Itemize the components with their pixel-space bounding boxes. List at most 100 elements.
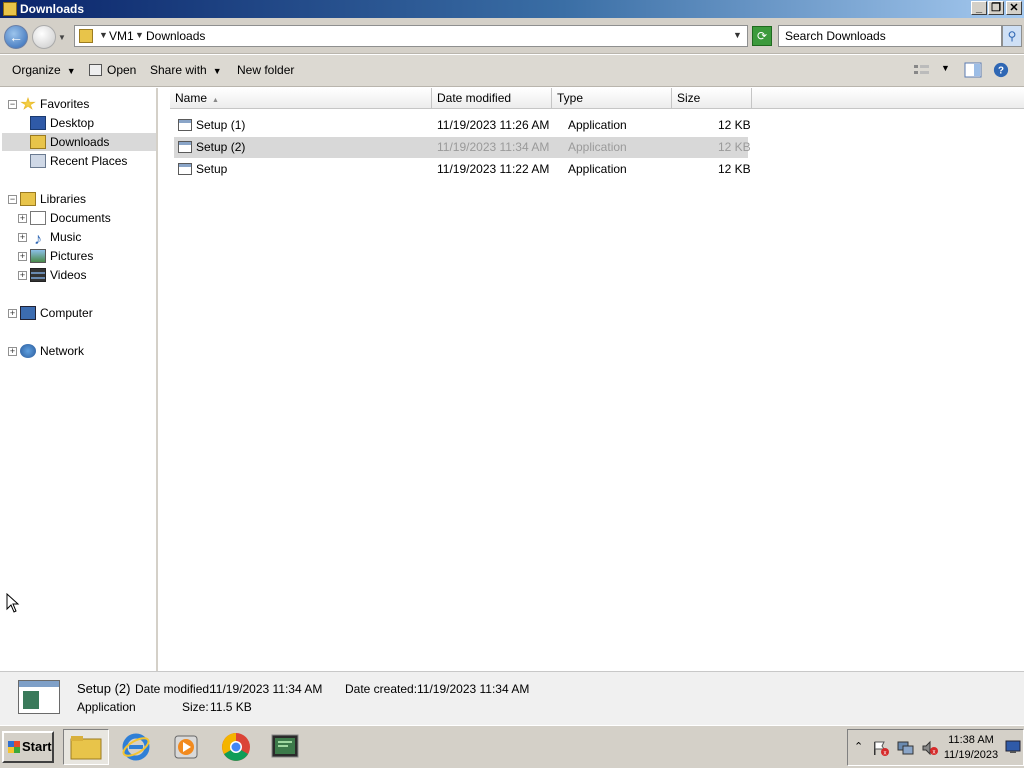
new-folder-button[interactable]: New folder bbox=[237, 63, 294, 77]
expand-pictures[interactable]: + bbox=[18, 252, 27, 261]
address-dropdown-icon[interactable]: ▼ bbox=[733, 30, 742, 40]
address-box[interactable]: ▼ VM1 ▼ Downloads ▼ bbox=[74, 25, 748, 47]
share-with-button[interactable]: Share with ▼ bbox=[150, 63, 222, 77]
nav-documents[interactable]: Documents bbox=[30, 209, 111, 227]
star-icon bbox=[20, 97, 36, 110]
expand-network[interactable]: + bbox=[8, 347, 17, 356]
expand-music[interactable]: + bbox=[18, 233, 27, 242]
details-size: 11.5 KB bbox=[210, 700, 252, 714]
music-icon: ♪ bbox=[34, 231, 42, 248]
chrome-icon bbox=[222, 733, 250, 761]
recent-places-icon bbox=[30, 154, 46, 168]
show-hidden-icons-button[interactable]: ⌃ bbox=[854, 740, 863, 753]
column-header-name[interactable]: Name ▲ bbox=[170, 88, 432, 109]
computer-icon bbox=[20, 306, 36, 320]
network-icon bbox=[20, 344, 36, 358]
window-title: Downloads bbox=[20, 2, 85, 16]
expand-documents[interactable]: + bbox=[18, 214, 27, 223]
nav-favorites[interactable]: Favorites bbox=[20, 95, 89, 113]
mouse-cursor-icon bbox=[6, 593, 20, 613]
taskbar-chrome[interactable] bbox=[213, 729, 259, 765]
documents-icon bbox=[30, 211, 46, 225]
application-icon bbox=[178, 119, 192, 131]
nav-network[interactable]: Network bbox=[20, 342, 84, 360]
forward-button[interactable] bbox=[32, 25, 56, 49]
collapse-favorites[interactable]: − bbox=[8, 100, 17, 109]
nav-desktop[interactable]: Desktop bbox=[30, 114, 94, 132]
nav-videos[interactable]: Videos bbox=[30, 266, 86, 284]
nav-recent-places[interactable]: Recent Places bbox=[30, 152, 127, 170]
back-button[interactable]: ← bbox=[4, 25, 28, 49]
breadcrumb-vm1[interactable]: VM1 bbox=[109, 29, 134, 43]
svg-text:x: x bbox=[884, 751, 887, 757]
details-date-created: 11/19/2023 11:34 AM bbox=[417, 682, 530, 696]
show-desktop-icon[interactable] bbox=[1005, 740, 1021, 754]
chevron-down-icon[interactable]: ▼ bbox=[99, 30, 108, 40]
details-file-type: Application bbox=[77, 700, 136, 714]
refresh-button[interactable]: ⟳ bbox=[752, 26, 772, 46]
svg-text:x: x bbox=[933, 750, 936, 756]
sort-ascending-icon: ▲ bbox=[212, 97, 219, 104]
internet-explorer-icon bbox=[122, 733, 150, 761]
videos-icon bbox=[30, 268, 46, 282]
nav-pictures[interactable]: Pictures bbox=[30, 247, 93, 265]
application-icon bbox=[178, 141, 192, 153]
title-bar: Downloads _ ❐ ✕ bbox=[0, 0, 1024, 18]
file-list-pane: Name ▲ Date modified Type Size Setup (1) … bbox=[160, 88, 1024, 671]
view-options-dropdown[interactable]: ▼ bbox=[941, 63, 950, 73]
column-header-type[interactable]: Type bbox=[552, 88, 672, 109]
chevron-down-icon[interactable]: ▼ bbox=[135, 30, 144, 40]
start-button[interactable]: Start bbox=[2, 731, 54, 763]
application-icon bbox=[178, 163, 192, 175]
taskbar-media-player[interactable] bbox=[163, 729, 209, 765]
restore-button[interactable]: ❐ bbox=[988, 1, 1004, 15]
help-icon[interactable]: ? bbox=[992, 62, 1010, 78]
nav-libraries[interactable]: Libraries bbox=[20, 190, 86, 208]
file-row[interactable]: Setup 11/19/2023 11:22 AM Application 12… bbox=[174, 159, 751, 180]
application-icon-large bbox=[18, 680, 60, 714]
search-icon[interactable]: ⚲ bbox=[1002, 25, 1022, 47]
server-manager-icon bbox=[271, 734, 299, 758]
nav-music[interactable]: ♪ Music bbox=[30, 228, 81, 248]
action-center-flag-icon[interactable]: x bbox=[872, 740, 890, 756]
expand-videos[interactable]: + bbox=[18, 271, 27, 280]
column-header-size[interactable]: Size bbox=[672, 88, 752, 109]
close-button[interactable]: ✕ bbox=[1006, 1, 1022, 15]
change-view-icon[interactable] bbox=[913, 62, 931, 78]
collapse-libraries[interactable]: − bbox=[8, 195, 17, 204]
details-date-created-label: Date created: bbox=[345, 682, 418, 696]
network-status-icon[interactable] bbox=[897, 740, 915, 756]
file-row-selected[interactable]: Setup (2) 11/19/2023 11:34 AM Applicatio… bbox=[174, 137, 751, 158]
search-input[interactable]: Search Downloads bbox=[778, 25, 1002, 47]
desktop-icon bbox=[30, 116, 46, 130]
taskbar: Start ⌃ x x 11:38 AM 11/19/2023 bbox=[0, 725, 1024, 768]
downloads-folder-icon bbox=[30, 135, 46, 149]
address-bar-area: ← ▼ ▼ VM1 ▼ Downloads ▼ ⟳ Search Downloa… bbox=[0, 18, 1024, 54]
open-button[interactable]: Open bbox=[89, 63, 136, 77]
command-bar: Organize ▼ Open Share with ▼ New folder ▼ … bbox=[0, 55, 1024, 87]
nav-computer[interactable]: Computer bbox=[20, 304, 93, 322]
minimize-button[interactable]: _ bbox=[971, 1, 987, 15]
taskbar-server-manager[interactable] bbox=[262, 729, 308, 765]
details-file-name: Setup (2) bbox=[77, 681, 131, 696]
taskbar-internet-explorer[interactable] bbox=[113, 729, 159, 765]
breadcrumb-downloads[interactable]: Downloads bbox=[146, 29, 205, 43]
clock-date[interactable]: 11/19/2023 bbox=[940, 749, 1002, 761]
libraries-icon bbox=[20, 192, 36, 206]
navigation-pane: − Favorites Desktop Downloads Recent Pla… bbox=[0, 88, 158, 671]
organize-button[interactable]: Organize ▼ bbox=[12, 63, 76, 77]
expand-computer[interactable]: + bbox=[8, 309, 17, 318]
volume-muted-icon[interactable]: x bbox=[921, 740, 939, 756]
file-row[interactable]: Setup (1) 11/19/2023 11:26 AM Applicatio… bbox=[174, 115, 751, 136]
explorer-folder-icon bbox=[70, 736, 102, 760]
column-header-date-modified[interactable]: Date modified bbox=[432, 88, 552, 109]
taskbar-explorer[interactable] bbox=[63, 729, 109, 765]
folder-icon bbox=[3, 2, 17, 16]
preview-pane-icon[interactable] bbox=[964, 62, 982, 78]
pictures-icon bbox=[30, 249, 46, 263]
system-tray: ⌃ x x 11:38 AM 11/19/2023 bbox=[847, 729, 1024, 766]
clock-time[interactable]: 11:38 AM bbox=[940, 734, 1002, 746]
nav-downloads[interactable]: Downloads bbox=[2, 133, 156, 151]
details-date-modified-label: Date modified: bbox=[135, 682, 213, 696]
recent-pages-dropdown[interactable]: ▼ bbox=[58, 33, 68, 43]
